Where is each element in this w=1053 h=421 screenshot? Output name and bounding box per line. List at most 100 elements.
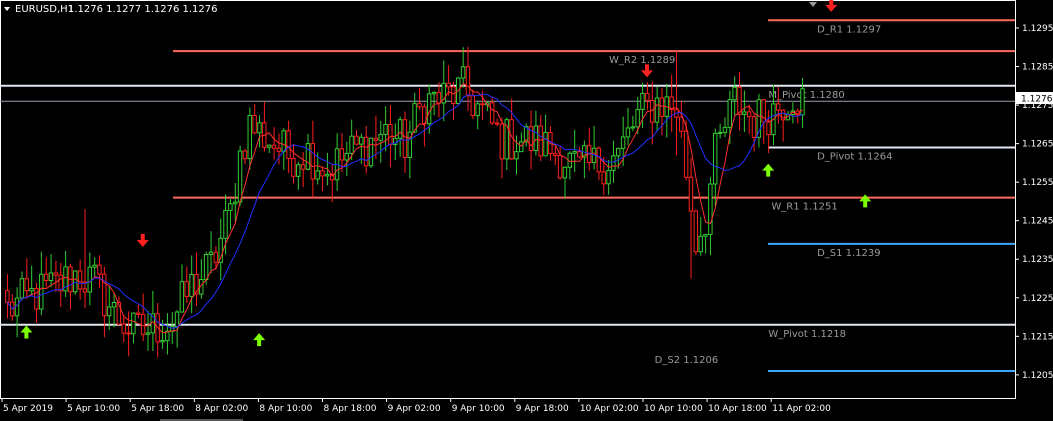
candle-body: [237, 150, 243, 203]
candle-body: [712, 132, 718, 185]
pivot-level-label: M_Pivot 1.1280: [768, 90, 844, 101]
buy-arrow-icon: [253, 333, 266, 347]
candle-body: [373, 137, 379, 141]
candle-body: [77, 270, 83, 290]
candle-body: [203, 253, 209, 281]
candle-body: [451, 86, 456, 105]
candle-body: [29, 287, 34, 292]
candle-body: [543, 131, 548, 157]
pivot-level-label: W_Pivot 1.1218: [768, 329, 846, 340]
x-tick-label: 9 Apr 02:00: [388, 404, 441, 414]
candle-body: [252, 115, 257, 134]
x-tick-label: 8 Apr 10:00: [259, 404, 312, 414]
candle-body: [305, 143, 311, 170]
candle-body: [276, 147, 282, 152]
y-tick-label: 1.1265: [1022, 140, 1053, 150]
candle-body: [388, 123, 393, 146]
candle-body: [53, 272, 59, 276]
buy-arrow-shape: [20, 325, 33, 339]
candle-body: [286, 130, 291, 159]
candle-body: [519, 141, 524, 153]
pivot-level-label: W_R1 1.1251: [771, 202, 837, 213]
candle-body: [630, 126, 636, 129]
candle-body: [417, 103, 422, 108]
chart-window[interactable]: D_R1 1.1297 W_R2 1.1289 M_Pivot 1.1280 D_Pi…: [0, 0, 1053, 421]
candle-body: [397, 119, 403, 139]
candle-body: [5, 290, 10, 303]
sell-arrow-shape: [825, 0, 838, 12]
candle-body: [426, 93, 432, 125]
candle-body: [383, 123, 388, 135]
chart-menu-triangle-icon[interactable]: [4, 7, 10, 11]
chart-shift-marker-icon[interactable]: [809, 2, 817, 7]
candle-body: [475, 103, 480, 117]
price-axis: 1.12951.12851.12751.12651.12551.12451.12…: [1015, 24, 1053, 381]
candle-body: [489, 102, 495, 124]
candle-body: [659, 97, 665, 117]
pivot-level-label: D_S1 1.1239: [817, 248, 881, 259]
x-tick-label: 10 Apr 10:00: [644, 404, 703, 414]
y-tick-label: 1.1235: [1022, 255, 1053, 265]
candle-body: [412, 103, 417, 133]
candle-body: [208, 251, 214, 255]
candle-body: [746, 111, 752, 118]
sell-arrow-icon: [641, 64, 653, 78]
current-price-value: 1.1276: [1021, 95, 1053, 105]
candle-body: [354, 135, 359, 145]
candle-body: [121, 323, 126, 334]
buy-arrow-shape: [762, 163, 775, 177]
candle-body: [247, 115, 252, 160]
chart-symbol: EURUSD,H1: [15, 4, 74, 15]
candle-body: [310, 143, 316, 180]
candle-body: [645, 92, 650, 101]
candle-body: [601, 171, 606, 185]
sell-arrow-shape: [136, 233, 149, 247]
candle-body: [223, 209, 228, 239]
candle-body: [271, 144, 277, 149]
pivot-level-label: D_R1 1.1297: [817, 24, 881, 35]
candle-body: [649, 99, 655, 123]
candle-body: [349, 135, 354, 154]
candle-body: [470, 95, 476, 117]
candle-body: [460, 66, 466, 79]
candle-body: [596, 147, 602, 173]
candle-body: [300, 164, 306, 170]
candle-body: [160, 340, 165, 343]
candle-body: [557, 155, 563, 179]
candle-body: [494, 122, 500, 125]
candle-body: [339, 148, 345, 161]
candle-body: [126, 332, 131, 335]
candle-body: [228, 203, 233, 211]
candle-body: [732, 86, 737, 101]
candle-body: [737, 86, 742, 115]
candle-body: [19, 278, 25, 299]
candle-body: [640, 92, 645, 110]
candle-body: [552, 153, 558, 157]
y-tick-label: 1.1295: [1022, 24, 1053, 34]
candle-body: [82, 288, 88, 293]
candle-body: [213, 251, 219, 263]
candlesticks: [5, 46, 805, 358]
candle-body: [776, 103, 781, 111]
candle-body: [499, 123, 505, 160]
candle-body: [72, 270, 78, 293]
price-chart[interactable]: D_R1 1.1297 W_R2 1.1289 M_Pivot 1.1280 D_Pi…: [0, 0, 1053, 421]
x-tick-label: 11 Apr 02:00: [772, 404, 831, 414]
y-tick-label: 1.1285: [1022, 63, 1053, 73]
candle-body: [43, 273, 49, 281]
candle-body: [446, 82, 451, 88]
pivot-level-label: D_S2 1.1206: [655, 355, 719, 366]
candle-body: [654, 97, 660, 123]
candle-body: [131, 312, 136, 335]
candle-body: [174, 311, 180, 328]
candle-body: [562, 166, 568, 179]
candle-body: [717, 131, 723, 134]
sell-arrow-icon: [825, 0, 838, 12]
candle-body: [87, 266, 92, 293]
candle-body: [683, 130, 689, 178]
candle-body: [611, 155, 616, 171]
candle-body: [514, 151, 519, 160]
candle-body: [533, 125, 539, 151]
candle-body: [325, 173, 330, 177]
candle-body: [616, 147, 621, 157]
